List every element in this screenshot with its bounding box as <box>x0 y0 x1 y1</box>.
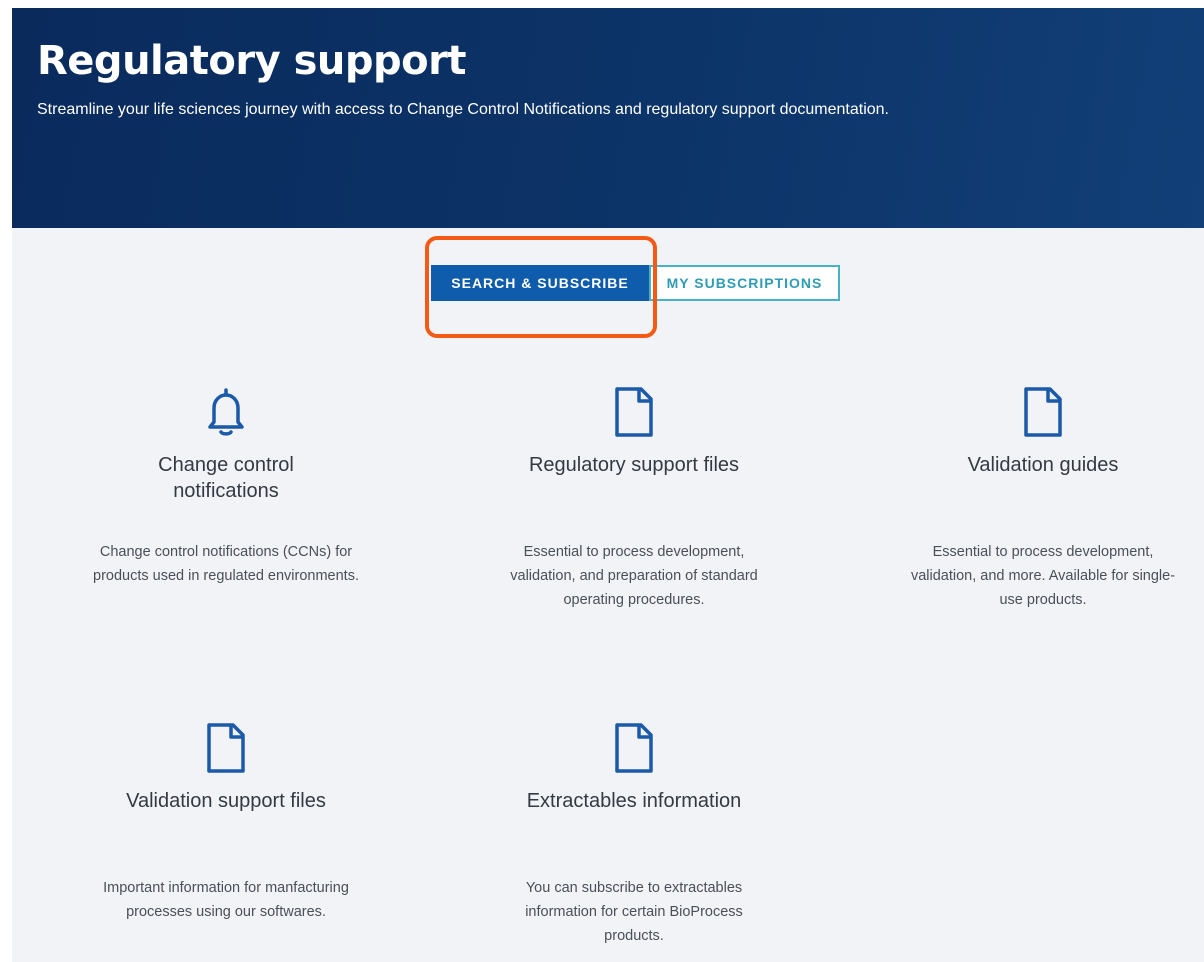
card-extractables-information[interactable]: Extractables information You can subscri… <box>454 722 814 944</box>
tab-my-subscriptions[interactable]: MY SUBSCRIPTIONS <box>649 265 840 301</box>
card-title: Extractables information <box>526 790 742 812</box>
card-description: Change control notifications (CCNs) for … <box>93 544 359 584</box>
document-icon <box>615 387 653 437</box>
card-change-control-notifications[interactable]: Change control notifications Change cont… <box>46 386 406 584</box>
card-title: Validation guides <box>967 454 1119 476</box>
document-icon <box>207 723 245 773</box>
card-title: Validation support files <box>126 790 326 812</box>
document-icon <box>615 723 653 773</box>
tab-search-subscribe[interactable]: SEARCH & SUBSCRIBE <box>431 265 649 301</box>
document-icon <box>1024 387 1062 437</box>
card-regulatory-support-files[interactable]: Regulatory support files Essential to pr… <box>454 386 814 608</box>
card-title: Change control notifications <box>158 454 294 502</box>
hero-banner: Regulatory support Streamline your life … <box>12 8 1204 228</box>
card-validation-guides[interactable]: Validation guides Essential to process d… <box>863 386 1204 608</box>
bell-icon <box>208 388 244 436</box>
card-description: Important information for manfacturing p… <box>103 880 349 920</box>
page-title: Regulatory support <box>37 38 466 84</box>
card-validation-support-files[interactable]: Validation support files Important infor… <box>46 722 406 920</box>
page-subtitle: Streamline your life sciences journey wi… <box>37 101 889 118</box>
tab-bar: SEARCH & SUBSCRIBE MY SUBSCRIPTIONS <box>431 265 840 301</box>
card-title: Regulatory support files <box>528 454 740 476</box>
card-description: Essential to process development, valida… <box>910 544 1176 608</box>
card-description: Essential to process development, valida… <box>510 544 758 608</box>
card-description: You can subscribe to extractables inform… <box>525 880 743 944</box>
page-frame: Regulatory support Streamline your life … <box>12 8 1204 962</box>
